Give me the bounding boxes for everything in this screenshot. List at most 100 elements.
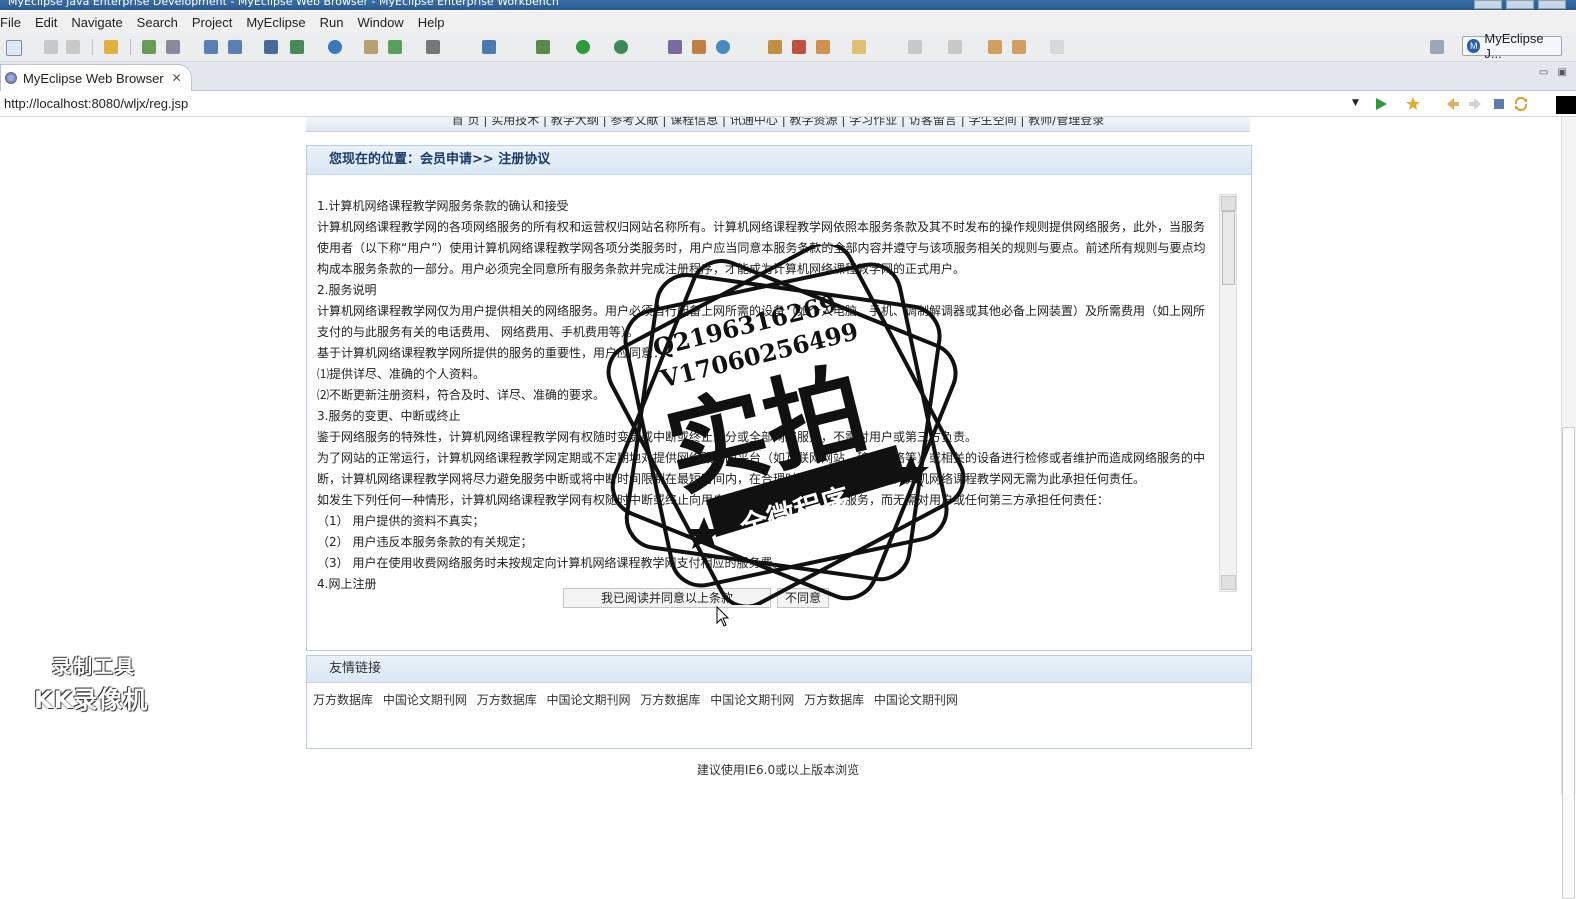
terms-text: 1.计算机网络课程教学网服务条款的确认和接受 计算机网络课程教学网的各项网络服务…: [317, 196, 1213, 594]
myeclipse-perspective-icon: M: [1467, 39, 1481, 53]
debug-icon[interactable]: [536, 40, 550, 54]
menu-window[interactable]: Window: [350, 15, 410, 30]
back-icon[interactable]: [1012, 40, 1026, 54]
new-icon[interactable]: [6, 40, 22, 56]
browser-icon[interactable]: [328, 40, 342, 54]
browser-forward-icon[interactable]: [1468, 97, 1482, 111]
terms-heading-2: 2.服务说明: [317, 283, 377, 297]
perspective-switcher[interactable]: M MyEclipse J...: [1462, 31, 1562, 61]
scroll-up-icon[interactable]: [1221, 196, 1236, 211]
link-item[interactable]: 中国论文期刊网: [874, 693, 958, 707]
disagree-button[interactable]: 不同意: [777, 588, 829, 608]
view-menu-icon[interactable]: [1556, 96, 1576, 114]
wizard-icon[interactable]: [204, 40, 218, 54]
server-icon[interactable]: [166, 40, 180, 54]
site-nav[interactable]: 首 页 | 实用技术 | 教学大纲 | 参考文献 | 课程信息 | 讯通中心 |…: [306, 117, 1250, 132]
camera-icon[interactable]: [426, 40, 440, 54]
link-item[interactable]: 中国论文期刊网: [710, 693, 794, 707]
link-item[interactable]: 中国论文期刊网: [383, 693, 467, 707]
page-scrollbar[interactable]: [1561, 117, 1576, 899]
open-type-icon[interactable]: [768, 40, 782, 54]
external-tools-icon[interactable]: [614, 40, 628, 54]
terms-paragraph: 鉴于网络服务的特殊性，计算机网络课程教学网有权随时变更或中断或终止部分或全部网络…: [317, 430, 978, 444]
publish-icon[interactable]: [290, 40, 304, 54]
minimize-button[interactable]: [1474, 0, 1502, 9]
browser-refresh-icon[interactable]: [1514, 97, 1528, 111]
scroll-thumb[interactable]: [1222, 211, 1235, 285]
build-icon[interactable]: [692, 40, 706, 54]
menu-help[interactable]: Help: [411, 15, 452, 30]
folder-icon[interactable]: [852, 40, 866, 54]
close-tab-icon[interactable]: ✕: [172, 71, 182, 85]
tab-web-browser[interactable]: MyEclipse Web Browser ✕: [0, 64, 192, 91]
menu-search[interactable]: Search: [130, 15, 185, 30]
agree-button[interactable]: 我已阅读并同意以上条款: [563, 588, 771, 608]
pen-icon[interactable]: [792, 40, 806, 54]
link-item[interactable]: 中国论文期刊网: [547, 693, 631, 707]
terms-paragraph: 为了网站的正常运行，计算机网络课程教学网定期或不定期地对提供网络服务的平台（如互…: [317, 451, 1206, 486]
terms-heading-1: 1.计算机网络课程教学网服务条款的确认和接受: [317, 199, 569, 213]
globe-icon: [5, 72, 17, 84]
links-list: 万方数据库 中国论文期刊网 万方数据库 中国论文期刊网 万方数据库 中国论文期刊…: [307, 683, 1251, 716]
menu-navigate[interactable]: Navigate: [64, 15, 129, 30]
registration-agreement-panel: 您现在的位置：会员申请>> 注册协议 1.计算机网络课程教学网服务条款的确认和接…: [306, 145, 1252, 651]
url-input[interactable]: http://localhost:8080/wljx/reg.jsp: [0, 94, 1366, 114]
save-icon[interactable]: [44, 40, 58, 54]
close-window-button[interactable]: [1538, 0, 1566, 9]
menu-file[interactable]: File: [0, 15, 28, 30]
menu-run[interactable]: Run: [313, 15, 351, 30]
save-all-icon[interactable]: [66, 40, 80, 54]
browser-viewport: 首 页 | 实用技术 | 教学大纲 | 参考文献 | 课程信息 | 讯通中心 |…: [0, 117, 1556, 794]
window-titlebar: MyEclipse Java Enterprise Development - …: [0, 0, 1576, 10]
recorder-line-2: KK录像机: [34, 686, 149, 714]
run-icon[interactable]: [576, 40, 590, 54]
debug-config-icon[interactable]: [142, 40, 156, 54]
url-dropdown-icon[interactable]: ▼: [1352, 98, 1359, 108]
maximize-button[interactable]: [1506, 0, 1534, 9]
add-folder-icon[interactable]: [388, 40, 402, 54]
browser-address-bar: http://localhost:8080/wljx/reg.jsp ▼: [0, 92, 1576, 117]
terms-paragraph: ⑴提供详尽、准确的个人资料。: [317, 367, 486, 381]
open-perspective-icon[interactable]: [1430, 40, 1444, 54]
browser-recommendation: 建议使用IE6.0或以上版本浏览: [696, 763, 860, 777]
terms-heading-3: 3.服务的变更、中断或终止: [317, 409, 461, 423]
stop-icon[interactable]: [1492, 97, 1506, 111]
location-breadcrumb: 您现在的位置：会员申请>> 注册协议: [307, 146, 1251, 175]
scroll-down-icon[interactable]: [1221, 575, 1236, 590]
next-annotation-icon[interactable]: [908, 40, 922, 54]
terms-paragraph: 计算机网络课程教学网仅为用户提供相关的网络服务。用户必须自行配备上网所需的设备（…: [317, 304, 1206, 339]
terms-scrollbar[interactable]: [1219, 194, 1237, 592]
wizard2-icon[interactable]: [228, 40, 242, 54]
favorites-icon[interactable]: [1406, 97, 1420, 111]
browser-back-icon[interactable]: [1446, 97, 1460, 111]
window-controls: [1474, 0, 1566, 9]
editor-tabs: MyEclipse Web Browser ✕ ▭ ▣: [0, 62, 1576, 91]
menu-edit[interactable]: Edit: [28, 15, 64, 30]
tab-label: MyEclipse Web Browser: [23, 70, 164, 86]
forward-icon[interactable]: [1050, 40, 1064, 54]
main-toolbar: M MyEclipse J...: [0, 31, 1576, 62]
menu-myeclipse[interactable]: MyEclipse: [239, 15, 312, 30]
menu-project[interactable]: Project: [185, 15, 239, 30]
go-icon[interactable]: [1374, 97, 1388, 111]
view-min-max-icon[interactable]: ▭ ▣: [1539, 67, 1570, 78]
terms-paragraph: （3） 用户在使用收费网络服务时未按规定向计算机网络课程教学网支付相应的服务费。: [317, 556, 785, 570]
deploy-icon[interactable]: [264, 40, 278, 54]
package-icon[interactable]: [104, 40, 118, 54]
new-type-icon[interactable]: [482, 40, 496, 54]
link-item[interactable]: 万方数据库: [640, 693, 700, 707]
prev-annotation-icon[interactable]: [948, 40, 962, 54]
page-scroll-thumb[interactable]: [1562, 427, 1575, 899]
link-item[interactable]: 万方数据库: [804, 693, 864, 707]
friend-links-panel: 友情链接 万方数据库 中国论文期刊网 万方数据库 中国论文期刊网 万方数据库 中…: [306, 655, 1252, 749]
hierarchy-icon[interactable]: [668, 40, 682, 54]
window-title: MyEclipse Java Enterprise Development - …: [8, 0, 559, 8]
last-edit-icon[interactable]: [988, 40, 1002, 54]
task-icon[interactable]: [816, 40, 830, 54]
open-folder-icon[interactable]: [364, 40, 378, 54]
terms-paragraph: 基于计算机网络课程教学网所提供的服务的重要性，用户应同意：: [317, 346, 666, 360]
link-item[interactable]: 万方数据库: [477, 693, 537, 707]
links-title: 友情链接: [307, 656, 1251, 683]
refresh-icon[interactable]: [716, 40, 730, 54]
link-item[interactable]: 万方数据库: [313, 693, 373, 707]
